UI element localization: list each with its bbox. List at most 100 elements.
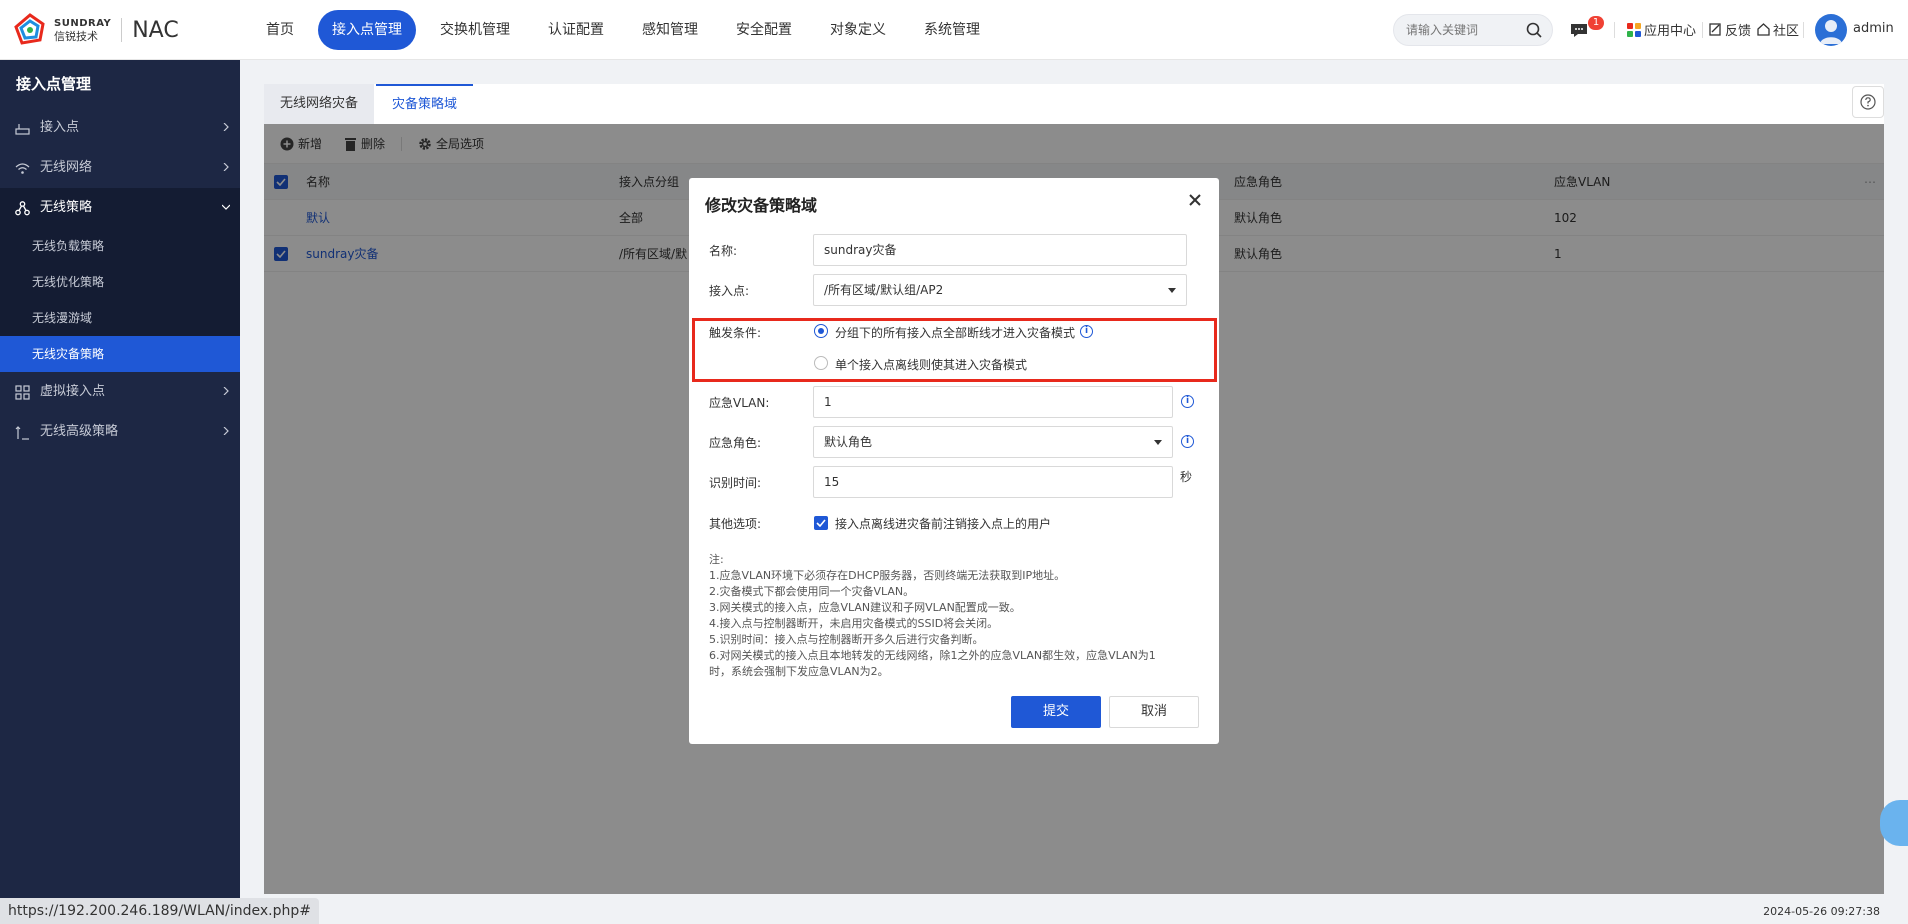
notes-line: 1.应急VLAN环境下必须存在DHCP服务器，否则终端无法获取到IP地址。 [709, 569, 1066, 582]
ap-label: 接入点: [709, 284, 750, 298]
edit-policy-dialog: 修改灾备策略域 名称: sundray灾备 接入点: /所有区域/默认组/AP2… [689, 178, 1219, 744]
time-field[interactable]: 15 [813, 466, 1173, 498]
ap-row: 接入点: /所有区域/默认组/AP2 [689, 274, 1219, 306]
sidebar-item-ap[interactable]: 接入点 [0, 108, 240, 148]
role-select[interactable]: 默认角色 [813, 426, 1173, 458]
dropdown-caret-icon [1154, 440, 1162, 445]
topbar-divider [1803, 22, 1804, 38]
assistant-bot-icon[interactable] [1880, 800, 1908, 846]
search-box [1393, 14, 1553, 46]
sidebar-subitem-optimize-policy[interactable]: 无线优化策略 [0, 264, 240, 300]
logo-cn-text: 信锐技术 [54, 30, 98, 43]
trigger-option-all-offline[interactable]: 分组下的所有接入点全部断线才进入灾备模式 [835, 324, 1075, 341]
trigger-radio-all-offline[interactable] [814, 324, 828, 338]
nav-security[interactable]: 安全配置 [722, 10, 806, 50]
help-icon [1860, 94, 1876, 110]
time-label: 识别时间: [709, 476, 762, 490]
notes-line: 3.网关模式的接入点，应急VLAN建议和子网VLAN配置成一致。 [709, 601, 1021, 614]
wifi-icon [15, 163, 30, 174]
sidebar-item-virtual-ap[interactable]: 虚拟接入点 [0, 372, 240, 412]
close-icon[interactable] [1187, 192, 1203, 208]
status-bar: https://192.200.246.189/WLAN/index.php# … [0, 898, 1908, 924]
tab-wireless-disaster[interactable]: 无线网络灾备 [264, 84, 375, 124]
help-button[interactable] [1852, 86, 1884, 118]
nav-system[interactable]: 系统管理 [910, 10, 994, 50]
top-bar: SUNDRAY 信锐技术 NAC 首页 接入点管理 交换机管理 认证配置 感知管… [0, 0, 1908, 60]
trigger-option-single-offline[interactable]: 单个接入点离线则使其进入灾备模式 [835, 356, 1027, 373]
name-field[interactable]: sundray灾备 [813, 234, 1187, 266]
network-icon [15, 201, 30, 216]
tab-disaster-policy-domain[interactable]: 灾备策略域 [376, 84, 474, 124]
sidebar-subitem-disaster-policy[interactable]: 无线灾备策略 [0, 336, 240, 372]
advanced-icon [15, 426, 29, 440]
chevron-right-icon [223, 387, 229, 395]
username[interactable]: admin [1853, 21, 1894, 36]
search-icon[interactable] [1526, 22, 1542, 38]
info-icon[interactable]: i [1080, 325, 1093, 338]
chevron-right-icon [223, 427, 229, 435]
link-preview-url: https://192.200.246.189/WLAN/index.php# [0, 898, 319, 924]
product-name: NAC [132, 17, 179, 43]
nav-objects[interactable]: 对象定义 [816, 10, 900, 50]
datetime: 2024-05-26 09:27:38 [1763, 905, 1880, 918]
submit-button[interactable]: 提交 [1011, 696, 1101, 728]
trigger-radio-single-offline[interactable] [814, 356, 828, 370]
time-unit: 秒 [1180, 470, 1193, 484]
feedback-label: 反馈 [1725, 24, 1752, 39]
sidebar-title: 接入点管理 [16, 75, 92, 93]
sidebar-subitem-roaming-domain[interactable]: 无线漫游域 [0, 300, 240, 336]
logo-en-text: SUNDRAY [54, 18, 112, 29]
role-select-value: 默认角色 [824, 435, 873, 449]
sidebar-item-label: 无线网络 [40, 160, 93, 175]
logout-users-checkbox[interactable] [814, 516, 828, 530]
search-input[interactable] [1394, 15, 1514, 45]
other-options-label: 其他选项: [709, 517, 762, 531]
notes-block: 注: 1.应急VLAN环境下必须存在DHCP服务器，否则终端无法获取到IP地址。… [709, 552, 1209, 680]
sidebar-item-label: 虚拟接入点 [40, 384, 106, 399]
nav-ap-management[interactable]: 接入点管理 [318, 10, 416, 50]
notes-line: 5.识别时间：接入点与控制器断开多久后进行灾备判断。 [709, 633, 984, 646]
nav-home[interactable]: 首页 [252, 10, 308, 50]
sidebar-item-advanced-policy[interactable]: 无线高级策略 [0, 412, 240, 452]
cancel-button[interactable]: 取消 [1109, 696, 1199, 728]
dialog-title: 修改灾备策略域 [705, 196, 818, 215]
trigger-label: 触发条件: [709, 326, 762, 340]
nav-auth-config[interactable]: 认证配置 [534, 10, 618, 50]
topbar-divider [1614, 22, 1615, 38]
ap-select[interactable]: /所有区域/默认组/AP2 [813, 274, 1187, 306]
info-icon[interactable]: i [1181, 435, 1194, 448]
app-center-link[interactable]: 应用中心 [1627, 20, 1696, 39]
sidebar-item-label: 接入点 [40, 120, 80, 135]
name-label: 名称: [709, 244, 738, 258]
feedback-link[interactable]: 反馈 [1709, 20, 1751, 39]
sidebar-item-label: 无线高级策略 [40, 424, 119, 439]
home-icon [1757, 23, 1770, 36]
message-badge: 1 [1588, 16, 1604, 30]
notes-line: 2.灾备模式下都会使用同一个灾备VLAN。 [709, 585, 915, 598]
notes-line: 注: [709, 553, 724, 566]
vlan-label: 应急VLAN: [709, 396, 770, 410]
topbar-divider [1702, 22, 1703, 38]
app-center-label: 应用中心 [1644, 24, 1697, 39]
vlan-field[interactable]: 1 [813, 386, 1173, 418]
grid-icon [15, 385, 30, 400]
sidebar: 接入点管理 接入点 无线网络 无线策略 无线负载策略 无线优化策略 无线漫游域 … [0, 60, 240, 898]
logo[interactable]: SUNDRAY 信锐技术 NAC [12, 12, 179, 48]
name-row: 名称: sundray灾备 [689, 234, 1219, 266]
avatar[interactable] [1815, 14, 1847, 46]
chevron-right-icon [223, 163, 229, 171]
nav-awareness[interactable]: 感知管理 [628, 10, 712, 50]
sidebar-item-wireless-policy[interactable]: 无线策略 [0, 188, 240, 228]
logo-divider [121, 18, 123, 42]
router-icon [15, 124, 30, 135]
app-center-icon [1627, 22, 1641, 37]
chevron-right-icon [223, 123, 229, 131]
logout-users-label[interactable]: 接入点离线进灾备前注销接入点上的用户 [835, 515, 1051, 532]
sidebar-subitem-load-policy[interactable]: 无线负载策略 [0, 228, 240, 264]
community-link[interactable]: 社区 [1757, 20, 1799, 39]
info-icon[interactable]: i [1181, 395, 1194, 408]
user-avatar-icon [1820, 20, 1842, 44]
sidebar-item-wireless-network[interactable]: 无线网络 [0, 148, 240, 188]
vlan-row: 应急VLAN: 1 i [689, 386, 1219, 418]
nav-switch-management[interactable]: 交换机管理 [426, 10, 524, 50]
